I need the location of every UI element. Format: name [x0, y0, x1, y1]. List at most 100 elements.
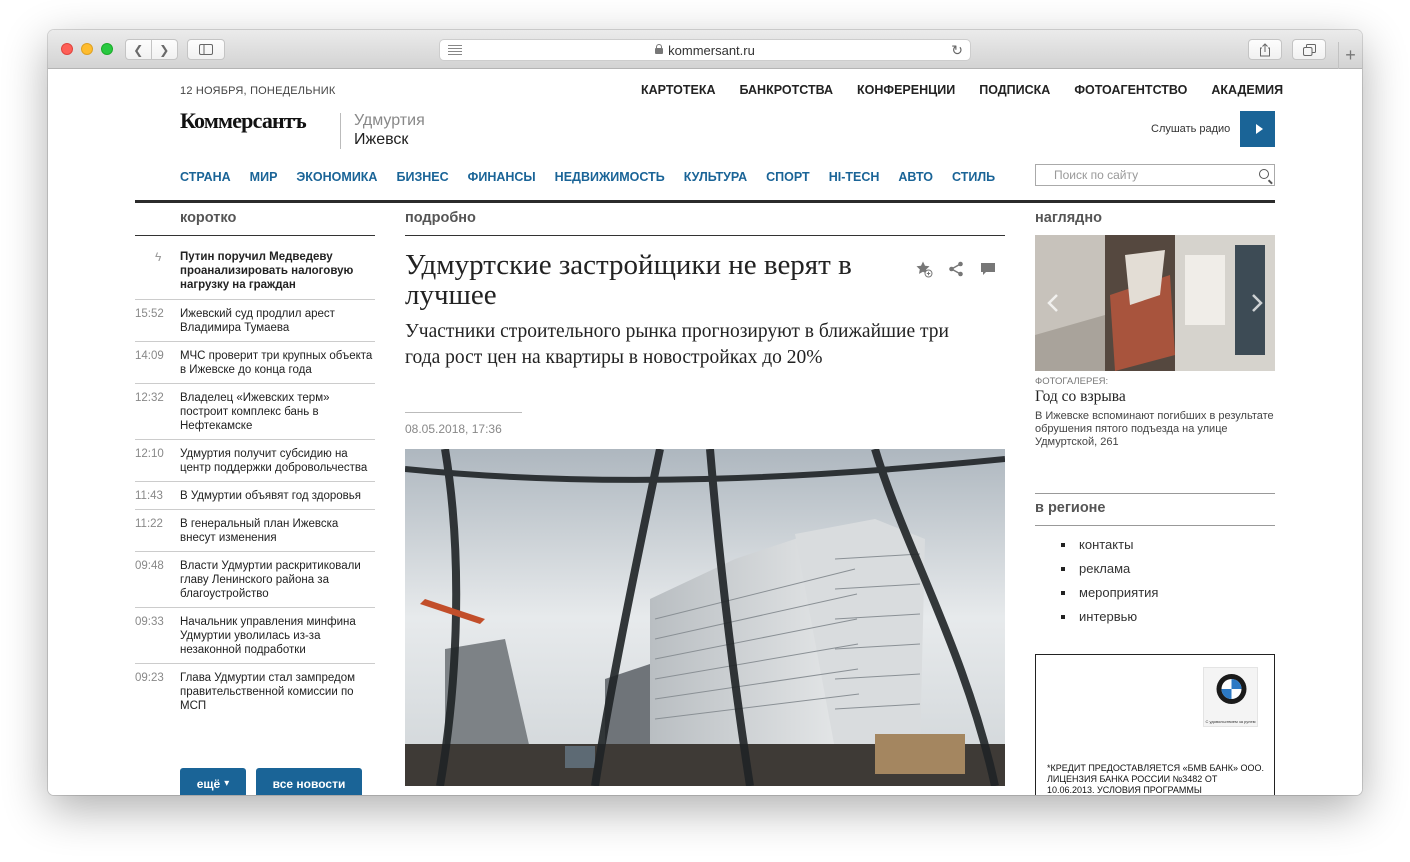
bmw-logo-icon	[1216, 674, 1247, 704]
rubric-finansy[interactable]: ФИНАНСЫ	[468, 170, 536, 184]
news-headline[interactable]: Глава Удмуртии стал зампредом правительс…	[180, 671, 375, 713]
advertisement-banner[interactable]: С удовольствием за рулем *КРЕДИТ ПРЕДОСТ…	[1035, 654, 1275, 795]
back-button[interactable]: ❮	[126, 40, 152, 59]
rubric-kultura[interactable]: КУЛЬТУРА	[684, 170, 747, 184]
header-date: 12 НОЯБРЯ, ПОНЕДЕЛЬНИК	[180, 85, 336, 97]
news-headline[interactable]: Владелец «Ижевских терм» построит компле…	[180, 391, 375, 433]
news-headline[interactable]: Путин поручил Медведеву проанализировать…	[180, 250, 375, 292]
rubric-nedvizhimost[interactable]: НЕДВИЖИМОСТЬ	[555, 170, 665, 184]
radio-play-button[interactable]	[1240, 111, 1275, 147]
plus-icon: +	[1345, 45, 1356, 65]
section-heading-detailed[interactable]: подробно	[405, 210, 476, 226]
gallery-label: ФОТОГАЛЕРЕЯ:	[1035, 376, 1109, 387]
comment-icon[interactable]	[979, 260, 997, 278]
rubric-sport[interactable]: СПОРТ	[766, 170, 810, 184]
topnav-fotoagentstvo[interactable]: ФОТОАГЕНТСТВО	[1074, 83, 1187, 97]
share-icon	[1260, 42, 1270, 56]
news-item[interactable]: 09:33 Начальник управления минфина Удмур…	[135, 608, 375, 664]
news-item[interactable]: 14:09 МЧС проверит три крупных объекта в…	[135, 342, 375, 384]
article-date: 08.05.2018, 17:36	[405, 422, 502, 436]
more-label: ещё	[196, 777, 221, 791]
news-item[interactable]: 15:52 Ижевский суд продлил арест Владими…	[135, 300, 375, 342]
topnav-akademiya[interactable]: АКАДЕМИЯ	[1211, 83, 1283, 97]
forward-button[interactable]: ❯	[152, 40, 178, 59]
article-subtitle: Участники строительного рынка прогнозиру…	[405, 321, 949, 368]
news-headline[interactable]: Ижевский суд продлил арест Владимира Тум…	[180, 307, 375, 335]
news-headline[interactable]: Удмуртия получит субсидию на центр подде…	[180, 447, 375, 475]
chevron-left-icon: ❮	[133, 42, 144, 57]
article-date-rule	[405, 412, 522, 413]
gallery-next-icon[interactable]	[1245, 290, 1269, 316]
news-item[interactable]: ϟ Путин поручил Медведеву проанализирова…	[135, 238, 375, 300]
rubric-biznes[interactable]: БИЗНЕС	[396, 170, 448, 184]
gallery-prev-icon[interactable]	[1041, 290, 1065, 316]
browser-window: ❮ ❯ kommersant.ru ↻ + 12 НОЯБРЯ, ПОНЕДЕЛ…	[48, 30, 1362, 795]
topnav-podpiska[interactable]: ПОДПИСКА	[979, 83, 1050, 97]
article-title[interactable]: Удмуртские застройщики не верят в лучшее	[405, 250, 905, 310]
reload-icon[interactable]: ↻	[951, 42, 963, 59]
region-link-events[interactable]: мероприятия	[1061, 585, 1158, 600]
show-tabs-button[interactable]	[1292, 39, 1326, 60]
close-window-button[interactable]	[61, 43, 73, 55]
new-tab-button[interactable]: +	[1338, 42, 1362, 69]
play-icon	[1255, 124, 1263, 134]
zoom-window-button[interactable]	[101, 43, 113, 55]
section-heading-region[interactable]: в регионе	[1035, 500, 1106, 516]
region-link-ads[interactable]: реклама	[1061, 561, 1158, 576]
news-item[interactable]: 12:32 Владелец «Ижевских терм» построит …	[135, 384, 375, 440]
news-headline[interactable]: В Удмуртии объявят год здоровья	[180, 489, 361, 503]
region-link-interviews[interactable]: интервью	[1061, 609, 1158, 624]
ad-disclaimer: *КРЕДИТ ПРЕДОСТАВЛЯЕТСЯ «БМВ БАНК» ООО. …	[1047, 763, 1264, 795]
news-time: 09:33	[135, 616, 164, 628]
bmw-slogan: С удовольствием за рулем	[1205, 719, 1256, 724]
region-rule-top	[1035, 493, 1275, 494]
topnav-kartoteka[interactable]: КАРТОТЕКА	[641, 83, 716, 97]
share-icon[interactable]	[947, 260, 965, 278]
news-item[interactable]: 12:10 Удмуртия получит субсидию на центр…	[135, 440, 375, 482]
region-link-contacts[interactable]: контакты	[1061, 537, 1158, 552]
topnav-konferentsii[interactable]: КОНФЕРЕНЦИИ	[857, 83, 955, 97]
news-item[interactable]: 09:48 Власти Удмуртии раскритиковали гла…	[135, 552, 375, 608]
rubric-avto[interactable]: АВТО	[898, 170, 933, 184]
region-name[interactable]: Удмуртия	[354, 112, 425, 130]
news-headline[interactable]: МЧС проверит три крупных объекта в Ижевс…	[180, 349, 375, 377]
rubric-hitech[interactable]: HI-TECH	[829, 170, 880, 184]
section-heading-visual[interactable]: наглядно	[1035, 210, 1102, 226]
search-icon[interactable]	[1259, 169, 1269, 179]
news-item[interactable]: 11:22 В генеральный план Ижевска внесут …	[135, 510, 375, 552]
news-time: 11:43	[135, 490, 163, 502]
topnav-bankrotstva[interactable]: БАНКРОТСТВА	[740, 83, 834, 97]
section-heading-briefly[interactable]: коротко	[180, 210, 236, 226]
search-input[interactable]	[1054, 168, 1254, 182]
news-headline[interactable]: В генеральный план Ижевска внесут измене…	[180, 517, 375, 545]
news-list: ϟ Путин поручил Медведеву проанализирова…	[135, 238, 375, 719]
gallery-photo[interactable]	[1035, 235, 1275, 371]
sidebar-toggle-button[interactable]	[187, 39, 225, 60]
site-logo[interactable]: Коммерсантъ	[180, 108, 307, 134]
article-photo[interactable]	[405, 449, 1005, 786]
address-bar[interactable]: kommersant.ru ↻	[439, 39, 971, 61]
rubric-stil[interactable]: СТИЛЬ	[952, 170, 995, 184]
rubrics-nav: СТРАНА МИР ЭКОНОМИКА БИЗНЕС ФИНАНСЫ НЕДВ…	[180, 170, 1014, 184]
news-item[interactable]: 11:43 В Удмуртии объявят год здоровья	[135, 482, 375, 510]
rubric-mir[interactable]: МИР	[250, 170, 278, 184]
news-item[interactable]: 09:23 Глава Удмуртии стал зампредом прав…	[135, 664, 375, 719]
rubric-strana[interactable]: СТРАНА	[180, 170, 231, 184]
top-nav: КАРТОТЕКА БАНКРОТСТВА КОНФЕРЕНЦИИ ПОДПИС…	[641, 83, 1283, 97]
news-time: 15:52	[135, 308, 164, 320]
logo-divider	[340, 113, 341, 149]
minimize-window-button[interactable]	[81, 43, 93, 55]
city-name[interactable]: Ижевск	[354, 131, 408, 149]
more-news-button[interactable]: ещё ▾	[180, 768, 246, 795]
radio-label[interactable]: Слушать радио	[1151, 123, 1230, 135]
news-time: 14:09	[135, 350, 164, 362]
news-headline[interactable]: Власти Удмуртии раскритиковали главу Лен…	[180, 559, 375, 601]
gallery-title[interactable]: Год со взрыва	[1035, 388, 1126, 406]
rubric-ekonomika[interactable]: ЭКОНОМИКА	[296, 170, 377, 184]
news-headline[interactable]: Начальник управления минфина Удмуртии ув…	[180, 615, 375, 657]
lock-icon	[655, 44, 664, 54]
all-news-button[interactable]: все новости	[256, 768, 362, 795]
share-button[interactable]	[1248, 39, 1282, 60]
bookmark-star-icon[interactable]	[915, 260, 933, 278]
reader-view-icon[interactable]	[448, 45, 462, 57]
